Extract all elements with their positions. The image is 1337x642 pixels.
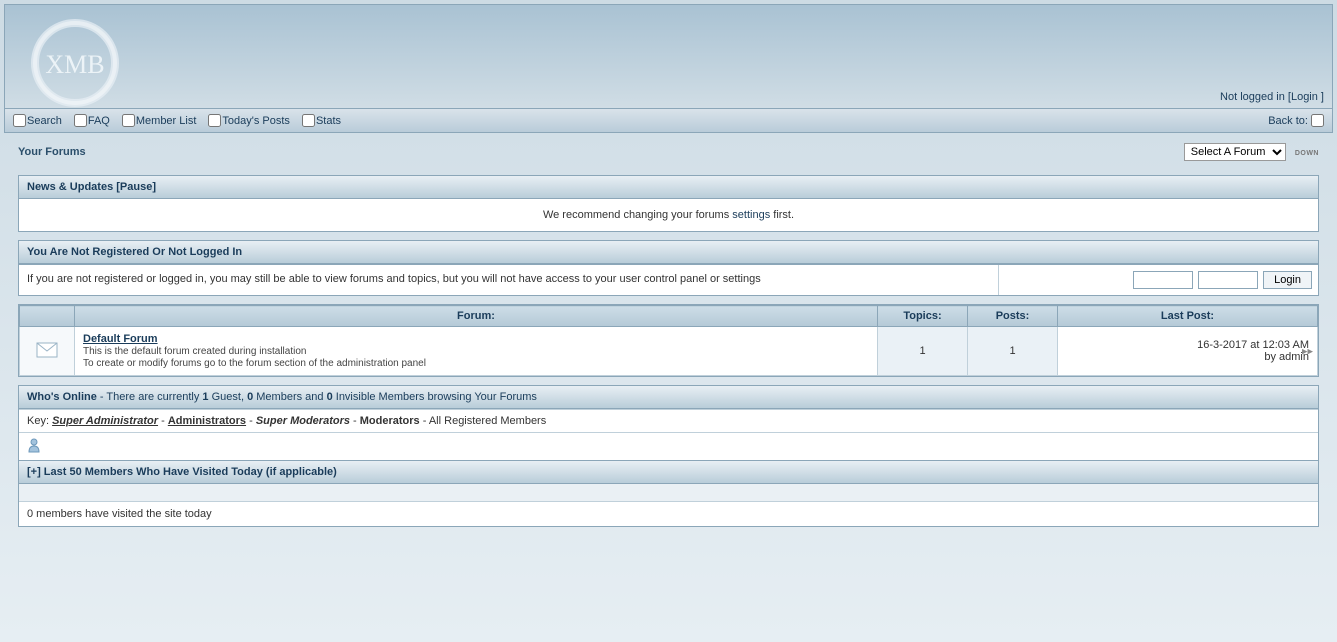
key-supermods: Super Moderators — [256, 415, 350, 427]
lastpost-date: 16-3-2017 at 12:03 AM — [1197, 339, 1309, 351]
goto-lastpost-icon[interactable]: ▸▸ — [1302, 345, 1313, 358]
forum-desc: This is the default forum created during… — [83, 346, 306, 357]
scroll-down-icon[interactable]: DOWN — [1295, 150, 1319, 157]
nav-check-todaysposts[interactable] — [208, 114, 221, 127]
login-button[interactable]: Login — [1263, 271, 1312, 289]
username-input[interactable] — [1133, 271, 1193, 289]
header-banner: XMB Not logged in [Login ] — [4, 4, 1333, 109]
visited-message: 0 members have visited the site today — [19, 502, 1318, 526]
news-message: We recommend changing your forums — [543, 209, 732, 221]
news-pause-link[interactable]: [Pause] — [116, 181, 156, 193]
col-posts: Posts: — [968, 306, 1058, 327]
col-forum: Forum: — [75, 306, 878, 327]
key-mods: Moderators — [360, 415, 420, 427]
nav-check-memberlist[interactable] — [122, 114, 135, 127]
site-logo: XMB — [20, 13, 130, 108]
whos-online-block: Who's Online - There are currently 1 Gue… — [18, 385, 1319, 527]
login-link[interactable]: Login — [1291, 91, 1318, 103]
user-icon — [27, 437, 41, 453]
news-title: News & Updates — [27, 181, 113, 193]
posts-count: 1 — [968, 327, 1058, 376]
forum-jump-select[interactable]: Select A Forum — [1184, 143, 1286, 161]
back-to-label: Back to: — [1268, 115, 1308, 127]
whos-online-title[interactable]: Who's Online — [27, 391, 97, 403]
nav-faq[interactable]: FAQ — [88, 115, 110, 127]
nav-check-faq[interactable] — [74, 114, 87, 127]
col-icon — [20, 306, 75, 327]
news-block: News & Updates [Pause] We recommend chan… — [18, 175, 1319, 232]
envelope-icon — [36, 342, 58, 358]
nav-stats[interactable]: Stats — [316, 115, 341, 127]
forum-row: Default Forum This is the default forum … — [20, 327, 1318, 376]
key-row: Key: Super Administrator - Administrator… — [19, 409, 1318, 432]
svg-text:XMB: XMB — [45, 50, 104, 79]
not-logged-in-message: If you are not registered or logged in, … — [19, 265, 998, 295]
breadcrumb: Your Forums — [18, 146, 86, 158]
nav-todaysposts[interactable]: Today's Posts — [222, 115, 290, 127]
not-logged-in-block: You Are Not Registered Or Not Logged In … — [18, 240, 1319, 296]
nav-memberlist[interactable]: Member List — [136, 115, 197, 127]
settings-link[interactable]: settings — [732, 209, 770, 221]
key-admins: Administrators — [168, 415, 246, 427]
nav-check-stats[interactable] — [302, 114, 315, 127]
visited-empty-row — [19, 484, 1318, 502]
key-superadmin: Super Administrator — [52, 415, 158, 427]
forum-name-link[interactable]: Default Forum — [83, 333, 158, 345]
forum-list-block: Forum: Topics: Posts: Last Post: Default… — [18, 304, 1319, 377]
nav-check-search[interactable] — [13, 114, 26, 127]
col-topics: Topics: — [878, 306, 968, 327]
back-to-check[interactable] — [1311, 114, 1324, 127]
visited-header[interactable]: [+] Last 50 Members Who Have Visited Tod… — [27, 466, 337, 478]
topics-count: 1 — [878, 327, 968, 376]
not-logged-in-header: You Are Not Registered Or Not Logged In — [19, 241, 1318, 264]
login-status: Not logged in [Login ] — [1220, 91, 1324, 103]
password-input[interactable] — [1198, 271, 1258, 289]
forum-desc2: To create or modify forums go to the for… — [83, 358, 426, 369]
navbar: Search FAQ Member List Today's Posts Sta… — [4, 109, 1333, 133]
col-lastpost: Last Post: — [1058, 306, 1318, 327]
nav-search[interactable]: Search — [27, 115, 62, 127]
